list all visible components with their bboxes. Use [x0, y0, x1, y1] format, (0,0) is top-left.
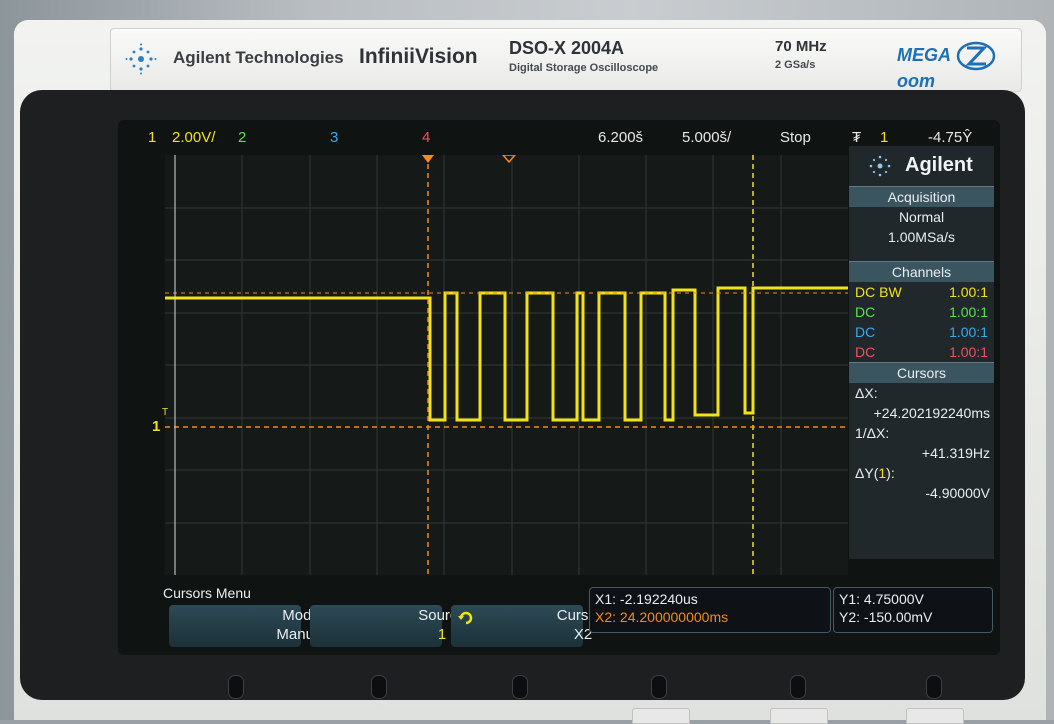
delta-x-label: ΔX:	[855, 385, 878, 401]
side-panel: Agilent Acquisition Normal 1.00MSa/s Cha…	[849, 146, 994, 559]
softkey-menu: Cursors Menu Mode Manual Source 1 Cursor…	[155, 583, 995, 647]
softkey-button-4[interactable]	[651, 675, 667, 699]
agilent-logo-text: Agilent	[905, 154, 973, 176]
channel-row-1[interactable]: DC BW 1.00:1	[849, 282, 994, 302]
timebase-scale: 5.000š/	[682, 129, 732, 146]
y2-readout: Y2: -150.00mV	[839, 609, 933, 625]
brand-model: DSO-X 2004A	[509, 38, 625, 58]
x1-readout: X1: -2.192240us	[595, 591, 698, 607]
channel-row-2[interactable]: DC 1.00:1	[849, 302, 994, 322]
trigger-level: -4.75Ŷ	[928, 129, 973, 146]
mode-softkey[interactable]: Mode Manual	[169, 605, 326, 647]
cursors-softkey[interactable]: Cursors X2	[451, 605, 609, 647]
front-panel-key-2[interactable]	[770, 708, 828, 724]
ch2-label[interactable]: 2	[238, 129, 246, 146]
ch3-label[interactable]: 3	[330, 129, 338, 146]
delta-y-label: ΔY(1):	[855, 465, 895, 481]
acquisition-header[interactable]: Acquisition	[849, 186, 994, 207]
channels-header[interactable]: Channels	[849, 261, 994, 282]
channel-row-3[interactable]: DC 1.00:1	[849, 322, 994, 342]
ch1-label[interactable]: 1	[148, 129, 156, 146]
agilent-logo-box: Agilent	[849, 146, 994, 186]
source-softkey[interactable]: Source 1	[310, 605, 466, 647]
ch4-label[interactable]: 4	[422, 129, 430, 146]
y1-readout: Y1: 4.75000V	[839, 591, 924, 607]
softkey-button-1[interactable]	[228, 675, 244, 699]
ch1-probe: 1.00:1	[949, 284, 988, 300]
y-cursor-readout: Y1: 4.75000V Y2: -150.00mV	[833, 587, 993, 633]
brand-bar: Agilent Technologies InfiniiVision DSO-X…	[110, 28, 1022, 92]
delay-marker	[501, 154, 517, 164]
cursors-header[interactable]: Cursors	[849, 362, 994, 383]
softkey-button-3[interactable]	[512, 675, 528, 699]
front-panel-key-1[interactable]	[632, 708, 690, 724]
delta-y-channel: 1	[878, 465, 887, 481]
acquisition-mode: Normal	[898, 209, 945, 225]
ch2-probe: 1.00:1	[949, 304, 988, 320]
ch2-coupling: DC	[855, 304, 876, 320]
delta-y-value: -4.90000V	[925, 485, 990, 501]
channel-row-4[interactable]: DC 1.00:1	[849, 342, 994, 362]
trigger-channel: 1	[880, 129, 889, 146]
menu-title: Cursors Menu	[163, 585, 251, 601]
megazoom-z-icon	[957, 41, 996, 71]
acquisition-rate: 1.00MSa/s	[888, 229, 955, 245]
ch4-coupling: DC	[855, 344, 876, 360]
brand-series: InfiniiVision	[359, 45, 478, 68]
brand-company: Agilent Technologies	[173, 48, 344, 67]
run-state: Stop	[780, 129, 811, 146]
softkey-button-6[interactable]	[926, 675, 942, 699]
brand-sample-rate: 2 GSa/s	[775, 59, 816, 71]
ch3-probe: 1.00:1	[949, 324, 988, 340]
trigger-position-marker	[422, 155, 434, 163]
x-cursor-readout: X1: -2.192240us X2: 24.200000000ms	[589, 587, 831, 633]
ch1-scale: 2.00V/	[172, 129, 216, 146]
inverse-delta-x-value: +41.319Hz	[921, 445, 990, 461]
softkey-button-5[interactable]	[790, 675, 806, 699]
megazoom-logo: MEGA oom	[897, 41, 1021, 92]
ch1-coupling: DC BW	[855, 284, 902, 300]
delta-x-value: +24.202192240ms	[873, 405, 990, 421]
trigger-level-marker[interactable]: T	[162, 407, 168, 418]
ch4-probe: 1.00:1	[949, 344, 988, 360]
ch1-ground-marker[interactable]: 1	[152, 418, 160, 435]
waveform-grid[interactable]	[165, 154, 848, 575]
inverse-delta-x-label: 1/ΔX:	[855, 425, 890, 441]
front-panel-key-3[interactable]	[906, 708, 964, 724]
waveform-plot	[165, 154, 848, 575]
ch1-trace	[165, 286, 848, 422]
trigger-edge-icon: ₮	[852, 129, 862, 146]
brand-model-subtitle: Digital Storage Oscilloscope	[509, 62, 659, 74]
rotate-knob-icon	[458, 611, 473, 625]
x2-readout: X2: 24.200000000ms	[595, 609, 729, 625]
brand-bandwidth: 70 MHz	[775, 38, 827, 55]
agilent-spark-icon	[125, 43, 157, 75]
ch3-coupling: DC	[855, 324, 876, 340]
agilent-logo-icon	[869, 155, 891, 177]
horizontal-delay: 6.200š	[598, 129, 644, 146]
softkey-button-2[interactable]	[371, 675, 387, 699]
